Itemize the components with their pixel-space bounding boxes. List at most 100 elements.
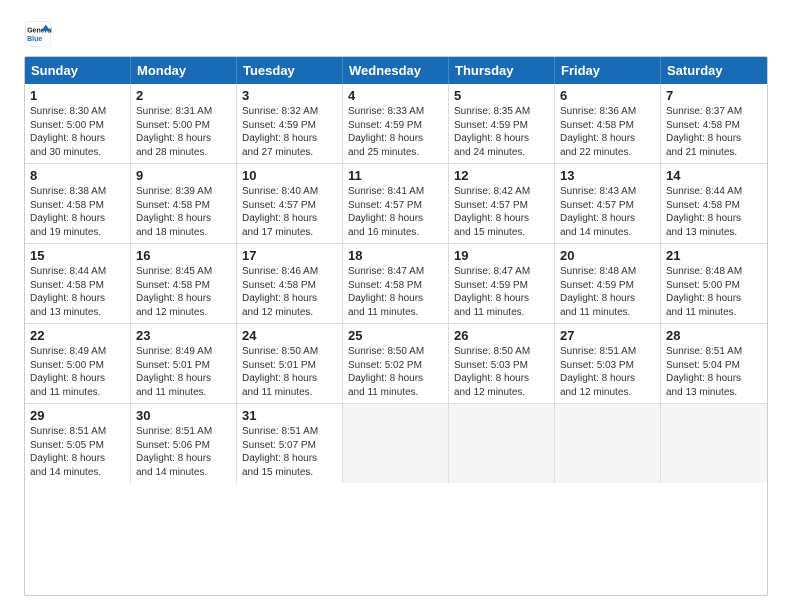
cell-info-line: Daylight: 8 hours [136,292,231,306]
day-cell-29: 29Sunrise: 8:51 AMSunset: 5:05 PMDayligh… [25,404,131,483]
cell-info-line: and 28 minutes. [136,146,231,160]
cell-info-line: Daylight: 8 hours [242,452,337,466]
cell-info-line: Sunrise: 8:51 AM [242,425,337,439]
cell-info-line: and 14 minutes. [136,466,231,480]
cell-info-line: Sunset: 5:06 PM [136,439,231,453]
day-cell-25: 25Sunrise: 8:50 AMSunset: 5:02 PMDayligh… [343,324,449,403]
cell-info-line: Daylight: 8 hours [242,212,337,226]
day-cell-16: 16Sunrise: 8:45 AMSunset: 4:58 PMDayligh… [131,244,237,323]
cell-info-line: Sunset: 5:07 PM [242,439,337,453]
day-cell-27: 27Sunrise: 8:51 AMSunset: 5:03 PMDayligh… [555,324,661,403]
cell-info-line: and 11 minutes. [560,306,655,320]
day-number: 31 [242,408,337,423]
page: General Blue SundayMondayTuesdayWednesda… [0,0,792,612]
cell-info-line: Sunset: 4:59 PM [242,119,337,133]
cell-info-line: Daylight: 8 hours [666,372,762,386]
empty-cell [343,404,449,483]
day-number: 6 [560,88,655,103]
cell-info-line: Sunset: 4:59 PM [454,279,549,293]
cell-info-line: Sunrise: 8:51 AM [136,425,231,439]
cell-info-line: and 11 minutes. [242,386,337,400]
cell-info-line: and 11 minutes. [348,386,443,400]
day-cell-8: 8Sunrise: 8:38 AMSunset: 4:58 PMDaylight… [25,164,131,243]
cell-info-line: Sunset: 4:59 PM [454,119,549,133]
day-number: 23 [136,328,231,343]
header: General Blue [24,20,768,48]
cell-info-line: Sunset: 4:57 PM [454,199,549,213]
cell-info-line: and 17 minutes. [242,226,337,240]
cell-info-line: and 12 minutes. [242,306,337,320]
day-cell-20: 20Sunrise: 8:48 AMSunset: 4:59 PMDayligh… [555,244,661,323]
cell-info-line: Sunrise: 8:31 AM [136,105,231,119]
day-number: 4 [348,88,443,103]
day-cell-14: 14Sunrise: 8:44 AMSunset: 4:58 PMDayligh… [661,164,767,243]
cell-info-line: Sunrise: 8:33 AM [348,105,443,119]
cell-info-line: Sunset: 4:58 PM [348,279,443,293]
cell-info-line: Daylight: 8 hours [348,372,443,386]
day-number: 28 [666,328,762,343]
cell-info-line: Daylight: 8 hours [560,372,655,386]
day-cell-24: 24Sunrise: 8:50 AMSunset: 5:01 PMDayligh… [237,324,343,403]
day-number: 16 [136,248,231,263]
logo-icon: General Blue [24,20,52,48]
cell-info-line: Daylight: 8 hours [348,212,443,226]
cell-info-line: Daylight: 8 hours [30,372,125,386]
cell-info-line: Sunrise: 8:51 AM [666,345,762,359]
week-row-4: 22Sunrise: 8:49 AMSunset: 5:00 PMDayligh… [25,324,767,404]
cell-info-line: Sunrise: 8:48 AM [666,265,762,279]
cell-info-line: Sunrise: 8:43 AM [560,185,655,199]
cell-info-line: Sunset: 5:01 PM [242,359,337,373]
cell-info-line: Sunrise: 8:40 AM [242,185,337,199]
cell-info-line: and 11 minutes. [454,306,549,320]
day-cell-7: 7Sunrise: 8:37 AMSunset: 4:58 PMDaylight… [661,84,767,163]
cell-info-line: Daylight: 8 hours [348,132,443,146]
cell-info-line: Sunset: 5:03 PM [454,359,549,373]
cell-info-line: Sunset: 4:57 PM [560,199,655,213]
day-cell-9: 9Sunrise: 8:39 AMSunset: 4:58 PMDaylight… [131,164,237,243]
cell-info-line: Sunrise: 8:51 AM [560,345,655,359]
cell-info-line: Sunrise: 8:50 AM [348,345,443,359]
day-number: 5 [454,88,549,103]
cell-info-line: Daylight: 8 hours [454,132,549,146]
cell-info-line: Sunset: 5:02 PM [348,359,443,373]
cell-info-line: Daylight: 8 hours [666,292,762,306]
day-number: 30 [136,408,231,423]
day-number: 18 [348,248,443,263]
day-number: 17 [242,248,337,263]
week-row-2: 8Sunrise: 8:38 AMSunset: 4:58 PMDaylight… [25,164,767,244]
cell-info-line: Sunrise: 8:32 AM [242,105,337,119]
cell-info-line: and 19 minutes. [30,226,125,240]
cell-info-line: Sunset: 4:58 PM [136,279,231,293]
cell-info-line: Sunset: 5:04 PM [666,359,762,373]
day-number: 29 [30,408,125,423]
cell-info-line: Daylight: 8 hours [136,452,231,466]
cell-info-line: Sunset: 5:00 PM [30,119,125,133]
day-number: 11 [348,168,443,183]
cell-info-line: Sunset: 5:03 PM [560,359,655,373]
header-day-thursday: Thursday [449,57,555,84]
cell-info-line: Daylight: 8 hours [454,212,549,226]
cell-info-line: Sunrise: 8:35 AM [454,105,549,119]
cell-info-line: Sunset: 4:57 PM [242,199,337,213]
day-number: 22 [30,328,125,343]
day-cell-5: 5 Sunrise: 8:35 AMSunset: 4:59 PMDaylight… [449,84,555,163]
cell-info-line: Daylight: 8 hours [560,292,655,306]
cell-info-line: and 24 minutes. [454,146,549,160]
cell-info-line: Sunrise: 8:49 AM [30,345,125,359]
cell-info-line: Daylight: 8 hours [30,132,125,146]
day-cell-2: 2Sunrise: 8:31 AMSunset: 5:00 PMDaylight… [131,84,237,163]
cell-info-line: Sunrise: 8:47 AM [348,265,443,279]
cell-info-line: Sunrise: 8:44 AM [30,265,125,279]
cell-info-line: and 18 minutes. [136,226,231,240]
cell-info-line: Daylight: 8 hours [666,132,762,146]
cell-info-line: Sunrise: 8:47 AM [454,265,549,279]
cell-info-line: Sunset: 4:58 PM [30,279,125,293]
day-cell-10: 10Sunrise: 8:40 AMSunset: 4:57 PMDayligh… [237,164,343,243]
day-cell-23: 23Sunrise: 8:49 AMSunset: 5:01 PMDayligh… [131,324,237,403]
day-cell-6: 6Sunrise: 8:36 AMSunset: 4:58 PMDaylight… [555,84,661,163]
calendar: SundayMondayTuesdayWednesdayThursdayFrid… [24,56,768,596]
day-cell-26: 26Sunrise: 8:50 AMSunset: 5:03 PMDayligh… [449,324,555,403]
cell-info-line: and 13 minutes. [666,226,762,240]
cell-info-line: Sunset: 5:00 PM [136,119,231,133]
cell-info-line: and 27 minutes. [242,146,337,160]
